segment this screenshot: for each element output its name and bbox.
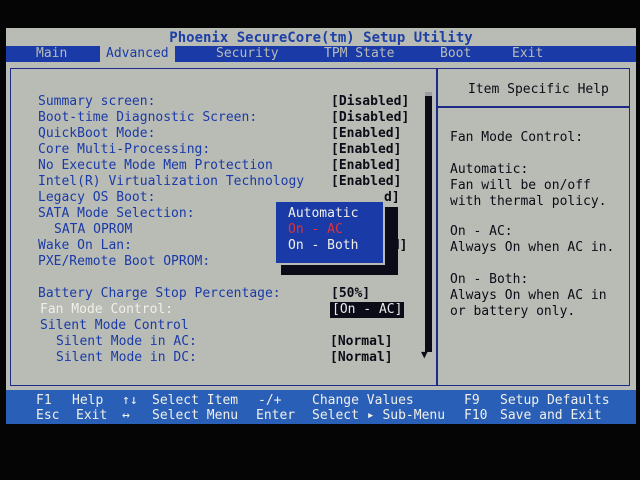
setting-value[interactable]: [Disabled] — [331, 110, 409, 126]
setting-value[interactable]: [Disabled] — [331, 94, 409, 110]
f10-key: F10 — [464, 408, 488, 423]
setting-label: Boot-time Diagnostic Screen: — [38, 110, 258, 125]
scrollbar-track[interactable] — [425, 96, 432, 352]
help-line: Automatic: — [450, 162, 529, 177]
panel-divider — [436, 68, 438, 386]
tab-security[interactable]: Security — [210, 46, 285, 62]
tab-exit[interactable]: Exit — [506, 46, 549, 62]
plus-minus-key: -/+ — [258, 393, 282, 408]
tab-tpm-state[interactable]: TPM State — [318, 46, 400, 62]
help-header-divider — [438, 106, 630, 108]
bios-title: Phoenix SecureCore(tm) Setup Utility — [6, 30, 636, 46]
setting-value[interactable]: [Enabled] — [331, 174, 401, 190]
help-line: with thermal policy. — [450, 194, 607, 209]
save-exit-hint: Save and Exit — [500, 408, 602, 423]
setting-label: SATA Mode Selection: — [38, 206, 195, 221]
setting-value[interactable]: [50%] — [331, 286, 370, 302]
esc-key: Esc — [36, 408, 60, 423]
f9-key: F9 — [464, 393, 480, 408]
setting-label: Legacy OS Boot: — [38, 190, 156, 205]
help-line: Always On when AC in. — [450, 240, 615, 255]
setting-value[interactable]: [Enabled] — [331, 158, 401, 174]
setting-label: Intel(R) Virtualization Technology — [38, 174, 305, 189]
tab-main[interactable]: Main — [30, 46, 73, 62]
help-line: Fan will be on/off — [450, 178, 591, 193]
setting-value[interactable]: d] — [384, 190, 400, 206]
menu-bar: Main Advanced Security TPM State Boot Ex… — [6, 46, 636, 62]
sub-menu-hint: Select ▸ Sub-Menu — [312, 408, 446, 423]
select-menu-hint: Select Menu — [152, 408, 239, 423]
tab-advanced[interactable]: Advanced — [100, 46, 175, 62]
setting-value[interactable]: [Normal] — [330, 350, 393, 366]
help-hint: Help — [72, 393, 104, 408]
exit-hint: Exit — [76, 408, 108, 423]
setting-label: SATA OPROM — [54, 222, 133, 237]
tab-boot[interactable]: Boot — [434, 46, 477, 62]
setting-label: Silent Mode in AC: — [56, 334, 197, 349]
enter-key: Enter — [256, 408, 296, 423]
setting-label: Core Multi-Processing: — [38, 142, 211, 157]
up-down-arrows-icon: ↑↓ — [122, 393, 138, 408]
select-item-hint: Select Item — [152, 393, 239, 408]
help-line: On - AC: — [450, 224, 513, 239]
scroll-down-arrow-icon[interactable]: ▼ — [421, 349, 428, 360]
help-title: Item Specific Help — [468, 82, 609, 97]
setting-label: No Execute Mode Mem Protection — [38, 158, 273, 173]
change-values-hint: Change Values — [312, 393, 414, 408]
setting-label: Fan Mode Control: — [40, 302, 174, 317]
help-line: Fan Mode Control: — [450, 130, 584, 145]
setting-value-selected[interactable]: [On - AC] — [330, 302, 405, 318]
left-right-arrows-icon: ↔ — [122, 408, 130, 423]
popup-option-automatic[interactable]: Automatic — [288, 206, 358, 222]
help-line: Always On when AC in — [450, 288, 607, 303]
fan-mode-popup: Automatic On - AC On - Both — [274, 200, 385, 265]
help-line: On - Both: — [450, 272, 529, 287]
setting-label: Wake On Lan: — [38, 238, 132, 253]
section-label: Silent Mode Control — [40, 318, 189, 333]
setting-value[interactable]: [Enabled] — [331, 126, 401, 142]
help-line: or battery only. — [450, 304, 576, 319]
setting-label: PXE/Remote Boot OPROM: — [38, 254, 211, 269]
setting-label: Battery Charge Stop Percentage: — [38, 286, 281, 301]
setting-value[interactable]: [Normal] — [330, 334, 393, 350]
f1-key: F1 — [36, 393, 52, 408]
popup-option-on-both[interactable]: On - Both — [288, 238, 358, 254]
setup-defaults-hint: Setup Defaults — [500, 393, 610, 408]
popup-option-on-ac[interactable]: On - AC — [288, 222, 343, 238]
setting-value[interactable]: [Enabled] — [331, 142, 401, 158]
setting-label: Summary screen: — [38, 94, 156, 109]
setting-label: Silent Mode in DC: — [56, 350, 197, 365]
setting-label: QuickBoot Mode: — [38, 126, 156, 141]
